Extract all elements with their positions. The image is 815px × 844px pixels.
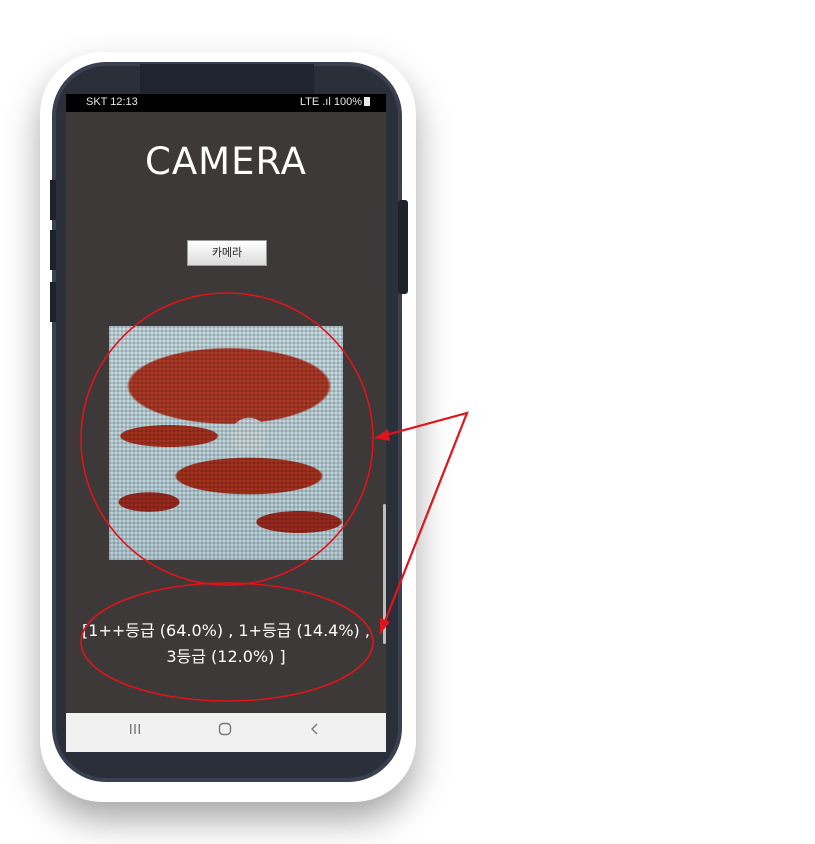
volume-up-button xyxy=(50,180,56,220)
page-title: CAMERA xyxy=(145,140,307,183)
navigation-bar xyxy=(66,713,386,752)
status-bar: SKT 12:13 LTE .ıl 100% xyxy=(66,94,386,112)
signal-battery-text: LTE .ıl 100% xyxy=(299,96,362,108)
grade-result: [1++등급 (64.0%) , 1+등급 (14.4%) , 3등급 (12.… xyxy=(66,618,386,670)
back-icon[interactable] xyxy=(308,721,322,740)
captured-meat-image xyxy=(109,326,343,560)
phone-screen: SKT 12:13 LTE .ıl 100% CAMERA 카메라 [1++등급… xyxy=(66,94,386,752)
battery-icon xyxy=(364,97,370,106)
carrier-time: SKT 12:13 xyxy=(86,96,138,108)
camera-button[interactable]: 카메라 xyxy=(187,240,267,266)
grade-result-line2: 3등급 (12.0%) ] xyxy=(166,647,286,666)
recent-apps-icon[interactable] xyxy=(128,721,142,740)
bixby-button xyxy=(50,282,56,322)
scrollbar[interactable] xyxy=(383,504,386,644)
grade-result-line1: [1++등급 (64.0%) , 1+등급 (14.4%) , xyxy=(82,621,370,640)
status-indicators: LTE .ıl 100% xyxy=(300,96,370,108)
phone-notch xyxy=(140,64,314,94)
home-icon[interactable] xyxy=(218,721,232,740)
power-button xyxy=(398,200,408,294)
volume-down-button xyxy=(50,230,56,270)
